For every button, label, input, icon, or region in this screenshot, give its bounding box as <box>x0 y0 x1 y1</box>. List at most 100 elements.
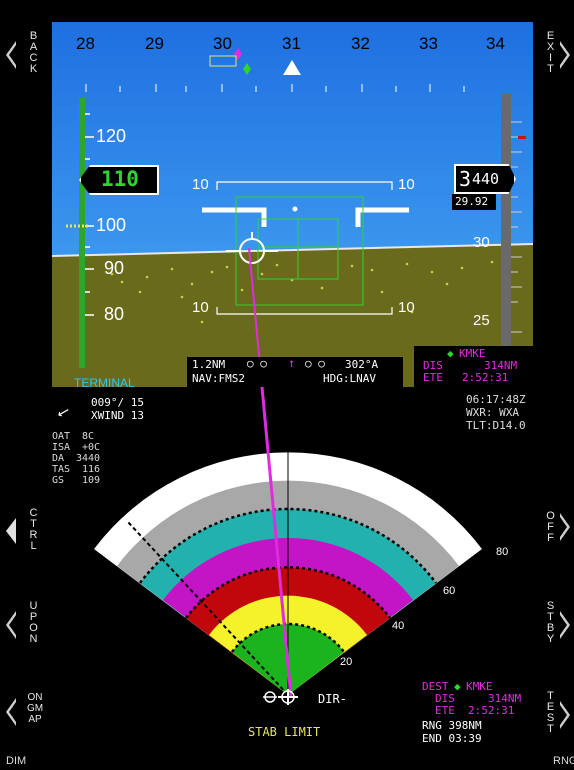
exit-label: EXIT <box>546 30 555 75</box>
waypoint-ete-label: ETE <box>423 371 443 384</box>
heading-label-31: 31 <box>282 34 301 53</box>
altitude-value-hundreds: 440 <box>472 170 500 188</box>
status-tlt: TLT:D14.0 <box>466 419 526 432</box>
ownship-icon <box>278 689 298 705</box>
nav-distance: 1.2NM <box>192 358 226 371</box>
cdi-pointer-icon: ↑ <box>288 356 296 370</box>
altitude-tape <box>501 94 511 379</box>
test-button[interactable]: TEST <box>530 685 574 745</box>
rng-button[interactable]: RNG <box>553 755 574 767</box>
air-data-value: 3440 <box>76 453 101 464</box>
cdi-dots-right: ○ ○ <box>305 357 325 370</box>
nav-info-box: 1.2NM ○ ○ ↑ ○ ○ 302°A NAV:FMS2 HDG:LNAV <box>187 356 403 387</box>
radar-band-yellow <box>209 595 367 695</box>
destination-box: DEST ◆ KMKE DIS 314NM ETE 2:52:31 RNG 39… <box>422 679 532 749</box>
air-data-value: +0C <box>82 442 101 453</box>
airspeed-readout: 110 <box>79 165 159 195</box>
waypoint-box-top: ◆ KMKE DIS 314NM ETE 2:52:31 <box>414 346 534 388</box>
radar-band-cyan <box>140 508 436 695</box>
dir-label: DIR- <box>318 692 347 706</box>
radar-band-gray <box>117 480 459 695</box>
off-label: OFF <box>546 510 555 544</box>
altitude-bug-icon <box>518 136 526 139</box>
radar-course-line <box>260 386 293 699</box>
airspeed-tick-80: 80 <box>104 304 125 324</box>
radar-band-white <box>94 452 482 695</box>
range-label-40: 40 <box>392 620 405 632</box>
stab-limit-label: STAB LIMIT <box>248 725 321 739</box>
range-label-20: 20 <box>340 656 353 668</box>
airspeed-tick-90: 90 <box>104 258 125 278</box>
dest-ete-value: 2:52:31 <box>468 704 515 717</box>
radar-arcs <box>94 452 482 695</box>
air-data-value: 116 <box>82 464 101 475</box>
pitch-label-lower-left: 10 <box>192 299 209 316</box>
range-label-60: 60 <box>443 585 456 597</box>
test-label: TEST <box>546 690 555 735</box>
airspeed-value: 110 <box>101 167 139 191</box>
heading-label-30: 30 <box>213 34 232 53</box>
up-on-label: UP ON <box>29 600 38 645</box>
primary-flight-display: 28 29 30 31 32 33 34 120 100 90 80 110 1… <box>52 22 533 387</box>
cdi-dots: ○ ○ <box>247 357 267 370</box>
ownship-small-icon <box>263 691 277 703</box>
wind-xwind: XWIND 13 <box>91 409 144 422</box>
heading-label-28: 28 <box>76 34 95 53</box>
air-data-label: TAS <box>52 464 71 475</box>
status-wxr: WXR: WXA <box>466 406 519 419</box>
off-button[interactable]: OFF <box>530 505 574 555</box>
pitch-label-lower-right: 10 <box>398 299 415 316</box>
dim-button[interactable]: DIM <box>6 755 26 767</box>
ctrl-arrow-icon <box>6 518 16 544</box>
wind-arrow-icon: ⟵ <box>53 400 72 423</box>
heading-label-32: 32 <box>351 34 370 53</box>
heading-label-33: 33 <box>419 34 438 53</box>
stby-button[interactable]: STBY <box>530 595 574 655</box>
wind-dir-speed: 009°/ 15 <box>91 396 144 409</box>
radar-band-green <box>232 624 344 695</box>
nav-course: 302°A <box>345 358 379 371</box>
airspeed-tape-green <box>79 98 85 368</box>
heading-label-29: 29 <box>145 34 164 53</box>
airspeed-tick-120: 120 <box>96 126 127 146</box>
radar-band-red <box>186 567 390 695</box>
altitude-tick-30: 30 <box>473 234 490 251</box>
radar-scan-line <box>127 521 289 696</box>
heading-mode: HDG:LNAV <box>323 372 376 385</box>
stby-label: STBY <box>546 600 555 645</box>
altitude-tick-25: 25 <box>473 312 490 329</box>
nav-source: NAV:FMS2 <box>192 372 245 385</box>
exit-button[interactable]: EXIT <box>530 25 574 85</box>
pitch-label-upper-left: 10 <box>192 176 209 193</box>
air-data-label: DA <box>52 453 65 464</box>
pitch-label-upper-right: 10 <box>398 176 415 193</box>
baro-setting[interactable]: 29.92 <box>452 194 496 210</box>
mode-label: TERMINAL <box>74 376 135 390</box>
airspeed-tick-100: 100 <box>96 215 127 235</box>
ctrl-button[interactable]: CTRL <box>0 500 48 560</box>
air-data-value: 8C <box>82 431 95 442</box>
back-label: BACK <box>29 30 38 75</box>
gmap-label: ON GMAP <box>26 692 44 725</box>
waypoint-ident: KMKE <box>459 347 486 360</box>
gmap-button[interactable]: ON GMAP <box>0 690 48 750</box>
baro-value: 29.92 <box>455 195 489 208</box>
up-on-button[interactable]: UP ON <box>0 595 48 655</box>
waypoint-ete-value: 2:52:31 <box>462 371 509 384</box>
altitude-readout: 3 440 <box>454 164 516 194</box>
status-time: 06:17:48Z <box>466 393 526 406</box>
air-data-label: ISA <box>52 442 71 453</box>
heading-label-34: 34 <box>486 34 505 53</box>
waypoint-diamond-icon: ◆ <box>447 347 454 360</box>
dest-end: END 03:39 <box>422 732 482 745</box>
air-data-label: OAT <box>52 431 71 442</box>
range-label-80: 80 <box>496 546 509 558</box>
dest-ete-label: ETE <box>435 704 455 717</box>
radar-band-magenta <box>163 537 413 695</box>
air-data-label: GS <box>52 475 65 486</box>
air-data-value: 109 <box>82 475 101 486</box>
dest-diamond-icon: ◆ <box>454 680 461 693</box>
back-button[interactable]: BACK <box>0 25 48 85</box>
dest-rng: RNG 398NM <box>422 719 482 732</box>
ctrl-label: CTRL <box>29 507 38 552</box>
